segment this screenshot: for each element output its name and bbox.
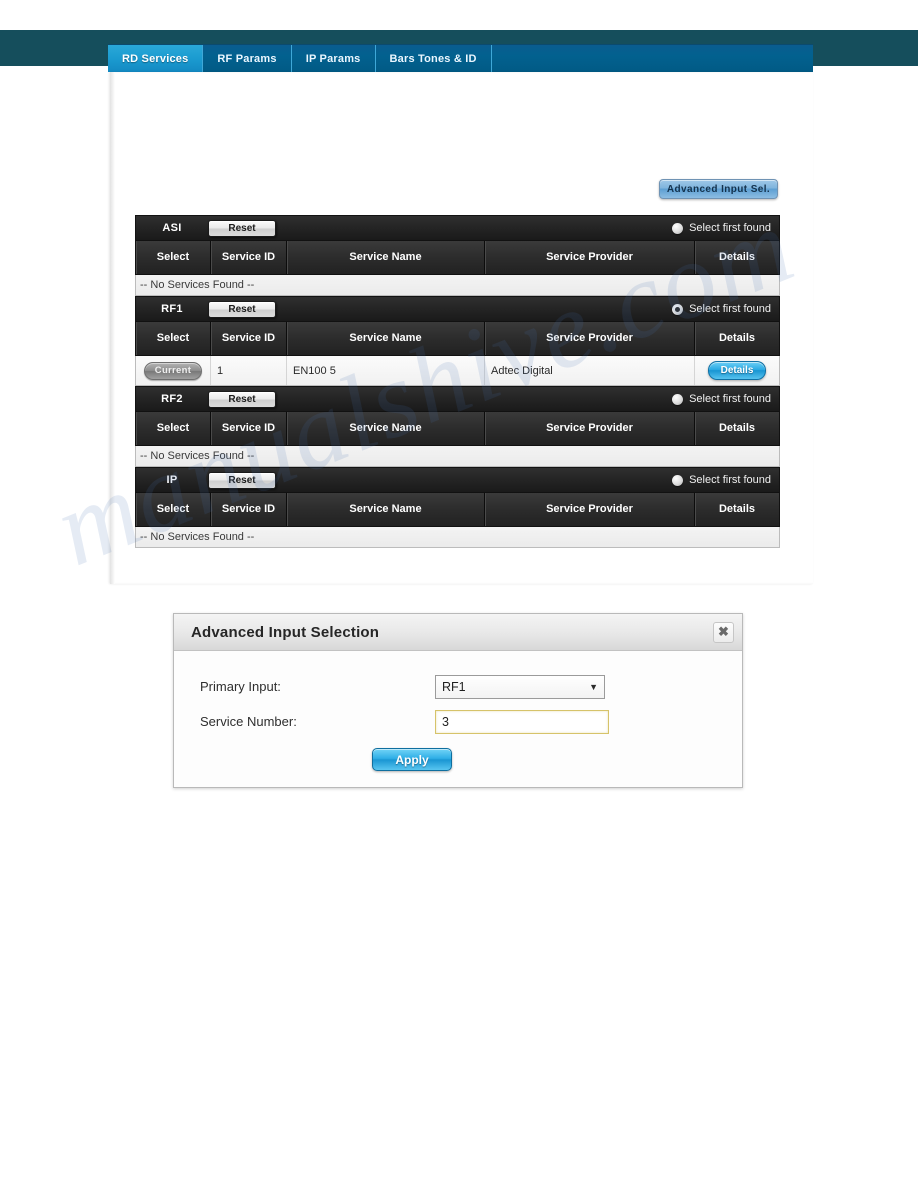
column-header-service-id: Service ID <box>211 322 287 355</box>
service-tables: ASI Reset Select first found Select Service … <box>135 215 780 548</box>
column-header-service-id: Service ID <box>211 493 287 526</box>
dialog-header: Advanced Input Selection ✖ <box>174 614 742 651</box>
select-first-found-group: Select first found <box>672 393 779 405</box>
table-header-row: Select Service ID Service Name Service Prov… <box>135 321 780 356</box>
primary-input-value: RF1 <box>442 679 466 694</box>
apply-button[interactable]: Apply <box>372 748 452 771</box>
service-section-ip: IP Reset Select first found Select Service I… <box>135 467 780 548</box>
column-header-details: Details <box>695 412 779 445</box>
advanced-input-selection-dialog: Advanced Input Selection ✖ Primary Input… <box>173 613 743 788</box>
column-header-service-name: Service Name <box>287 241 485 274</box>
select-first-found-group: Select first found <box>672 474 779 486</box>
dialog-title: Advanced Input Selection <box>191 623 380 641</box>
service-number-input[interactable]: 3 <box>435 709 609 734</box>
primary-input-select[interactable]: RF1 ▼ <box>435 674 605 699</box>
current-button[interactable]: Current <box>144 361 202 380</box>
service-name-cell: EN100 5 <box>287 356 485 385</box>
close-icon[interactable]: ✖ <box>713 621 734 643</box>
column-header-select: Select <box>136 322 211 355</box>
section-name-label: IP <box>166 474 178 486</box>
dialog-body: Primary Input: RF1 ▼ Service Number: 3 A… <box>174 651 742 787</box>
tab-bar-filler <box>492 45 813 72</box>
reset-button[interactable]: Reset <box>208 300 276 318</box>
tab-bars-tones-id[interactable]: Bars Tones & ID <box>376 45 492 72</box>
table-header-row: Select Service ID Service Name Service Prov… <box>135 240 780 275</box>
details-button[interactable]: Details <box>708 361 766 380</box>
column-header-select: Select <box>136 493 211 526</box>
content-panel-left-edge <box>110 72 115 584</box>
column-header-service-provider: Service Provider <box>485 493 695 526</box>
no-services-row: -- No Services Found -- <box>135 446 780 467</box>
section-name-label: RF1 <box>161 303 183 315</box>
column-header-service-id: Service ID <box>211 412 287 445</box>
select-first-found-label: Select first found <box>689 393 771 405</box>
reset-button[interactable]: Reset <box>208 390 276 408</box>
service-section-rf2: RF2 Reset Select first found Select Service … <box>135 386 780 467</box>
service-id-cell: 1 <box>211 356 287 385</box>
select-first-found-group: Select first found <box>672 303 779 315</box>
chevron-down-icon: ▼ <box>589 681 598 692</box>
select-cell: Current <box>136 356 211 385</box>
service-provider-cell: Adtec Digital <box>485 356 695 385</box>
primary-input-row: Primary Input: RF1 ▼ <box>174 669 742 704</box>
tab-ip-params[interactable]: IP Params <box>292 45 376 72</box>
select-first-found-radio[interactable] <box>672 303 684 315</box>
column-header-select: Select <box>136 241 211 274</box>
section-name-label: RF2 <box>161 393 183 405</box>
reset-button[interactable]: Reset <box>208 219 276 237</box>
section-name-label: ASI <box>162 222 182 234</box>
column-header-service-provider: Service Provider <box>485 322 695 355</box>
column-header-service-name: Service Name <box>287 412 485 445</box>
primary-input-label: Primary Input: <box>200 679 281 694</box>
table-header-row: Select Service ID Service Name Service Prov… <box>135 411 780 446</box>
select-first-found-radio[interactable] <box>672 222 684 234</box>
section-bar: ASI Reset Select first found <box>135 215 780 240</box>
advanced-input-sel-button[interactable]: Advanced Input Sel. <box>659 179 778 199</box>
tab-bar: RD Services RF Params IP Params Bars Tones … <box>108 44 813 72</box>
tab-rd-services[interactable]: RD Services <box>108 45 204 72</box>
no-services-row: -- No Services Found -- <box>135 527 780 548</box>
column-header-details: Details <box>695 322 779 355</box>
no-services-row: -- No Services Found -- <box>135 275 780 296</box>
select-first-found-label: Select first found <box>689 222 771 234</box>
reset-button[interactable]: Reset <box>208 471 276 489</box>
service-section-asi: ASI Reset Select first found Select Service … <box>135 215 780 296</box>
column-header-service-name: Service Name <box>287 322 485 355</box>
column-header-details: Details <box>695 241 779 274</box>
tab-rf-params[interactable]: RF Params <box>203 45 292 72</box>
service-number-label: Service Number: <box>200 714 297 729</box>
select-first-found-radio[interactable] <box>672 474 684 486</box>
select-first-found-group: Select first found <box>672 222 779 234</box>
select-first-found-label: Select first found <box>689 303 771 315</box>
section-bar: RF2 Reset Select first found <box>135 386 780 411</box>
select-first-found-radio[interactable] <box>672 393 684 405</box>
section-bar: RF1 Reset Select first found <box>135 296 780 321</box>
column-header-service-name: Service Name <box>287 493 485 526</box>
service-section-rf1: RF1 Reset Select first found Select Service … <box>135 296 780 386</box>
column-header-service-provider: Service Provider <box>485 241 695 274</box>
details-cell: Details <box>695 356 779 385</box>
table-header-row: Select Service ID Service Name Service Prov… <box>135 492 780 527</box>
section-bar: IP Reset Select first found <box>135 467 780 492</box>
select-first-found-label: Select first found <box>689 474 771 486</box>
service-number-row: Service Number: 3 <box>174 704 742 739</box>
column-header-service-id: Service ID <box>211 241 287 274</box>
column-header-select: Select <box>136 412 211 445</box>
table-row: Current 1 EN100 5 Adtec Digital Details <box>135 356 780 386</box>
column-header-details: Details <box>695 493 779 526</box>
column-header-service-provider: Service Provider <box>485 412 695 445</box>
